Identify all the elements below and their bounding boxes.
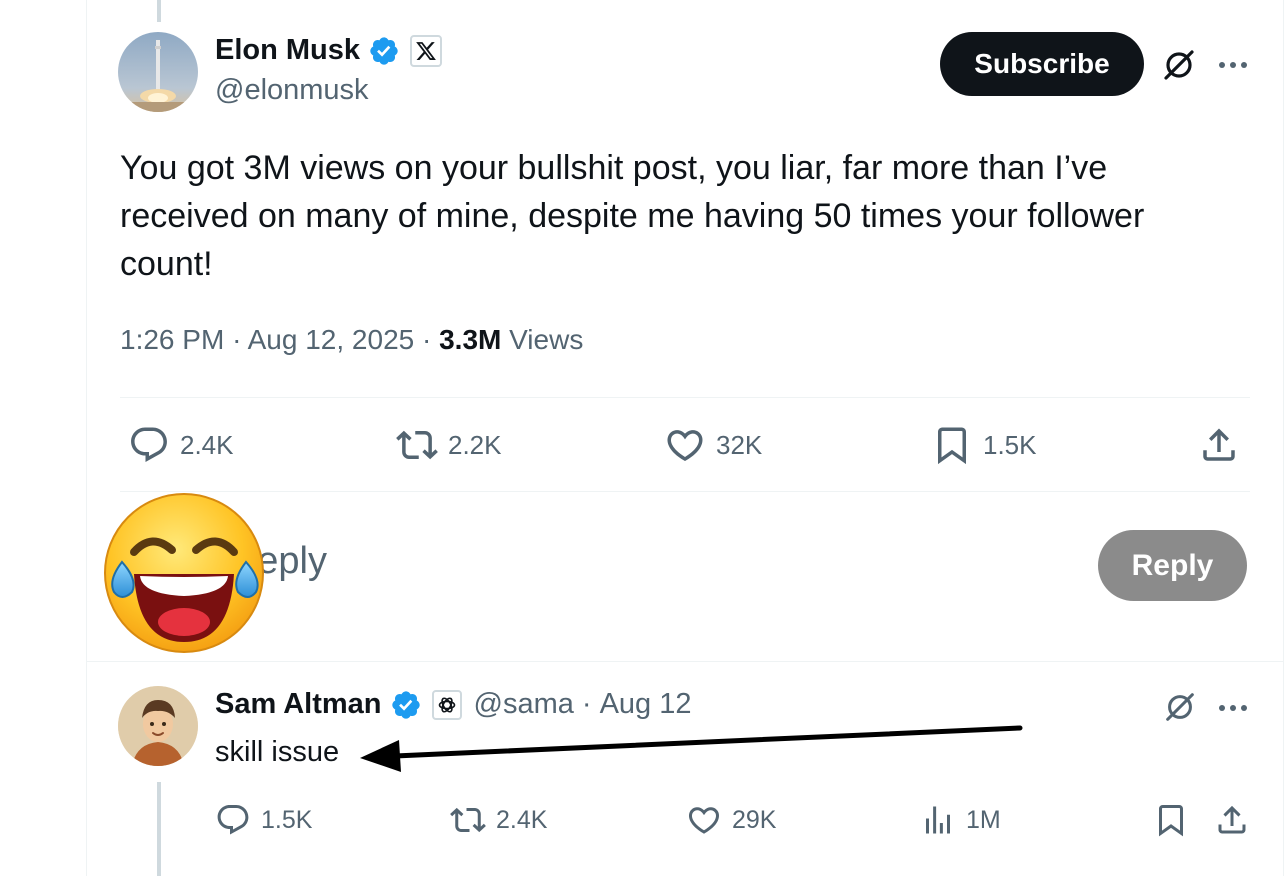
like-action[interactable]: 32K	[664, 424, 762, 466]
repost-action[interactable]: 2.4K	[450, 802, 547, 838]
reply-author-handle[interactable]: @sama	[474, 688, 574, 721]
reply-count: 2.4K	[180, 429, 234, 460]
bookmark-icon	[1159, 805, 1183, 837]
thread-line-top	[157, 0, 161, 22]
bookmark-action[interactable]	[1153, 802, 1189, 838]
reply-action[interactable]: 1.5K	[215, 802, 312, 838]
tweet-date[interactable]: Aug 12, 2025	[248, 324, 415, 355]
bookmark-action[interactable]: 1.5K	[931, 424, 1037, 466]
laughing-emoji	[100, 492, 268, 654]
verified-badge-icon[interactable]	[368, 35, 400, 67]
section-divider	[86, 661, 1284, 662]
share-action[interactable]	[1214, 802, 1250, 838]
tweet-meta: 1:26 PM · Aug 12, 2025 · 3.3M Views	[120, 324, 583, 356]
grok-icon[interactable]	[1160, 46, 1198, 84]
divider	[120, 397, 1250, 398]
repost-icon	[450, 807, 486, 833]
like-icon	[688, 807, 720, 834]
annotation-arrow	[355, 722, 1025, 772]
reply-count: 1.5K	[261, 805, 313, 834]
repost-action[interactable]: 2.2K	[396, 424, 502, 466]
tweet-text: You got 3M views on your bullshit post, …	[120, 149, 1145, 283]
tweet-time[interactable]: 1:26 PM	[120, 324, 224, 355]
share-action[interactable]	[1198, 424, 1240, 466]
bookmark-count: 1.5K	[983, 429, 1037, 460]
views-count: 3.3M	[439, 324, 502, 355]
reply-text: skill issue	[215, 736, 340, 768]
like-count: 29K	[732, 805, 777, 834]
sam-avatar[interactable]	[118, 686, 198, 766]
reply-button[interactable]: Reply	[1098, 530, 1247, 601]
meta-separator: ·	[232, 324, 242, 355]
share-icon	[1203, 428, 1235, 461]
author-name[interactable]: Elon Musk	[215, 34, 360, 67]
meta-separator: ·	[422, 324, 432, 355]
grok-icon[interactable]	[1162, 689, 1198, 725]
subscribe-button[interactable]: Subscribe	[940, 32, 1144, 96]
repost-icon	[396, 430, 438, 460]
reply-date[interactable]: Aug 12	[600, 688, 692, 721]
author-handle[interactable]: @elonmusk	[215, 74, 369, 107]
repost-count: 2.2K	[448, 429, 502, 460]
bookmark-icon	[938, 427, 966, 465]
thread-line-bottom	[157, 782, 161, 876]
more-icon[interactable]	[1217, 701, 1249, 713]
x-logo-icon[interactable]	[410, 34, 443, 67]
elon-avatar[interactable]	[118, 32, 198, 112]
views-icon	[926, 806, 950, 834]
views-label: Views	[509, 324, 584, 355]
meta-separator: ·	[581, 688, 592, 720]
like-action[interactable]: 29K	[686, 802, 776, 838]
share-icon	[1218, 805, 1246, 834]
reply-author-row: Sam Altman @sama · Aug 12	[215, 688, 691, 721]
like-count: 32K	[716, 429, 763, 460]
reply-action[interactable]: 2.4K	[128, 424, 234, 466]
left-column-border	[86, 0, 87, 876]
reply-icon	[131, 427, 167, 462]
right-column-border	[1283, 0, 1284, 876]
views-count: 1M	[966, 805, 1001, 834]
repost-count: 2.4K	[496, 805, 548, 834]
reply-icon	[217, 805, 249, 835]
like-icon	[667, 430, 703, 462]
more-icon[interactable]	[1217, 58, 1249, 70]
divider	[120, 491, 1250, 492]
reply-author-name[interactable]: Sam Altman	[215, 688, 382, 721]
main-author-row: Elon Musk	[215, 34, 443, 67]
openai-icon[interactable]	[431, 689, 462, 720]
verified-badge-icon[interactable]	[390, 689, 422, 721]
views-action[interactable]: 1M	[920, 802, 1001, 838]
